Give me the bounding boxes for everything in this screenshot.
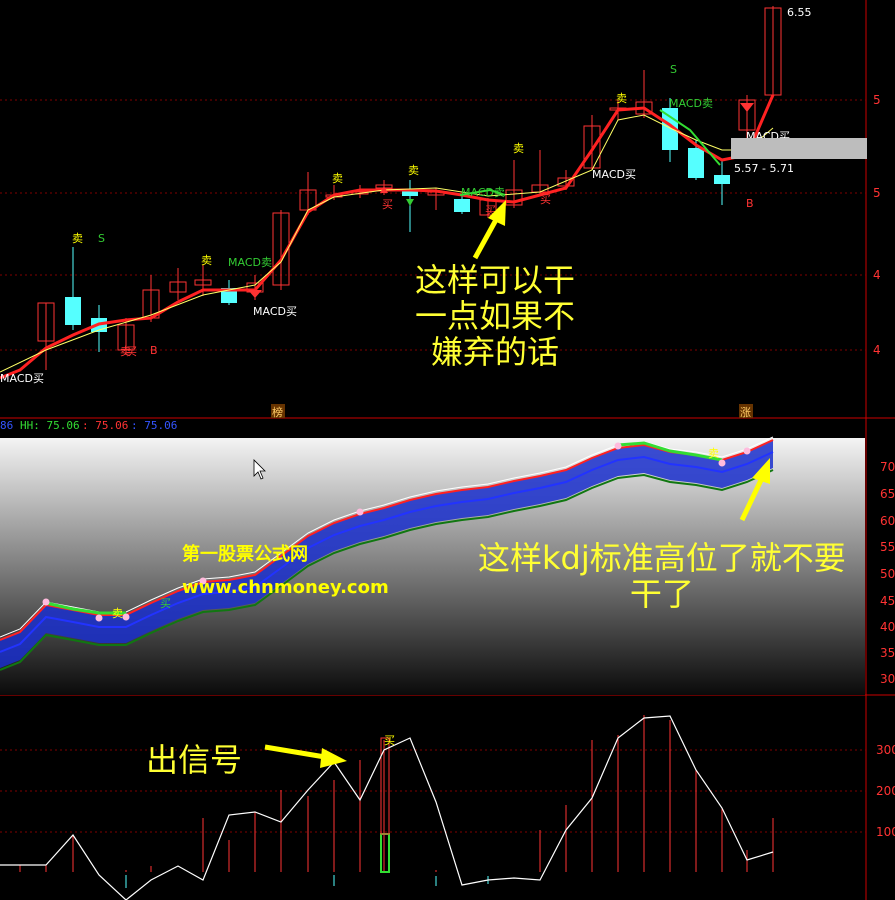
signal-label: S (670, 63, 677, 76)
signal-label: MACD卖 (228, 256, 272, 269)
legend-item-hh: HH: 75.06 (20, 419, 80, 432)
middle-axis: 70 65 60 55 50 45 40 35 30 (880, 460, 895, 686)
kdj-dot (42, 598, 50, 606)
mid-axis-label: 30 (880, 672, 895, 686)
top-axis-label: 5 (873, 186, 881, 200)
kdj-dot (95, 614, 103, 622)
candle-body (65, 297, 81, 325)
kdj-dot (614, 442, 622, 450)
kdj-signal-label: 买 (160, 597, 171, 610)
stock-chart-canvas[interactable]: 5 5 4 4 70 65 60 55 50 45 40 35 30 300 2… (0, 0, 895, 900)
bottom-axis: 300 200 100 (876, 743, 895, 839)
bottom-tag-2-text: 涨 (740, 406, 751, 419)
signal-label: B (746, 197, 754, 210)
signal-label: 买 (382, 198, 393, 211)
signal-label: 买 (540, 193, 551, 206)
mid-axis-label: 55 (880, 540, 895, 554)
candle-body (454, 199, 470, 212)
kdj-signal-label: 卖 (708, 447, 719, 460)
bottom-tag-1-text: 榜 (272, 405, 283, 419)
arrow-head-icon (320, 748, 347, 768)
signal-label: 买 (126, 345, 137, 358)
price-high-label: 6.55 (787, 6, 812, 19)
ma-slow-line (0, 114, 774, 373)
signal-label: B (150, 344, 158, 357)
mid-axis-label: 40 (880, 620, 895, 634)
bottom-grid (0, 749, 866, 833)
kdj-dot (718, 459, 726, 467)
signal-label: S (98, 232, 105, 245)
signal-label: MACD卖 (461, 186, 505, 199)
watermark-title: 第一股票公式网 (182, 544, 308, 565)
signal-label: 卖 (201, 254, 212, 267)
annotation-top: 这样可以干 一点如果不 嫌弃的话 (415, 261, 576, 371)
down-arrow-icon (406, 199, 414, 206)
bottom-axis-label: 100 (876, 825, 895, 839)
kdj-signal-label: 卖 (112, 607, 123, 620)
signal-label: MACD买 (253, 305, 297, 318)
top-axis-label: 4 (873, 343, 881, 357)
signal-label: MACD卖 (669, 97, 713, 110)
signal-box (380, 833, 390, 873)
legend-item: : 75.06 (82, 419, 129, 432)
signal-label: MACD买 (592, 168, 636, 181)
annotation-bottom: 出信号 (146, 741, 243, 779)
kdj-dot (356, 508, 364, 516)
signal-buy-label: 买 (384, 734, 395, 747)
mid-axis-label: 50 (880, 567, 895, 581)
kdj-dot (743, 447, 751, 455)
mid-axis-label: 65 (880, 487, 895, 501)
mid-axis-label: 70 (880, 460, 895, 474)
diamond-icon (248, 290, 262, 298)
bottom-axis-label: 300 (876, 743, 895, 757)
top-axis-label: 4 (873, 268, 881, 282)
price-range-box (731, 138, 867, 159)
price-range-label: 5.57 - 5.71 (734, 162, 794, 175)
signal-label: 卖 (616, 92, 627, 105)
mid-axis-label: 35 (880, 646, 895, 660)
legend-item: : 75.06 (131, 419, 178, 432)
top-axis-label: 5 (873, 93, 881, 107)
signal-label: 卖 (513, 142, 524, 155)
annotation-middle: 这样kdj标准高位了就不要 干了 (478, 539, 846, 613)
signal-label: MACD买 (0, 372, 44, 385)
signal-label: 卖 (332, 172, 343, 185)
candle-body (714, 175, 730, 184)
bottom-axis-label: 200 (876, 784, 895, 798)
ma-fast-line (0, 94, 775, 380)
signal-label: 卖 (408, 164, 419, 177)
diamond-icon (740, 103, 754, 112)
mid-axis-label: 45 (880, 594, 895, 608)
signal-label: 卖 (72, 232, 83, 245)
legend-item: 86 (0, 419, 14, 432)
watermark-url: www.chnmoney.com (182, 577, 389, 598)
price-panel: MACD买卖卖 S买 B卖 MACD卖MACD买卖买卖MACD卖买卖买MACD买卖 MA… (0, 6, 790, 385)
signal-panel: 买 (0, 715, 774, 900)
mid-axis-label: 60 (880, 514, 895, 528)
kdj-dot (122, 613, 130, 621)
candle-body (688, 148, 704, 178)
top-axis: 5 5 4 4 (873, 93, 881, 357)
